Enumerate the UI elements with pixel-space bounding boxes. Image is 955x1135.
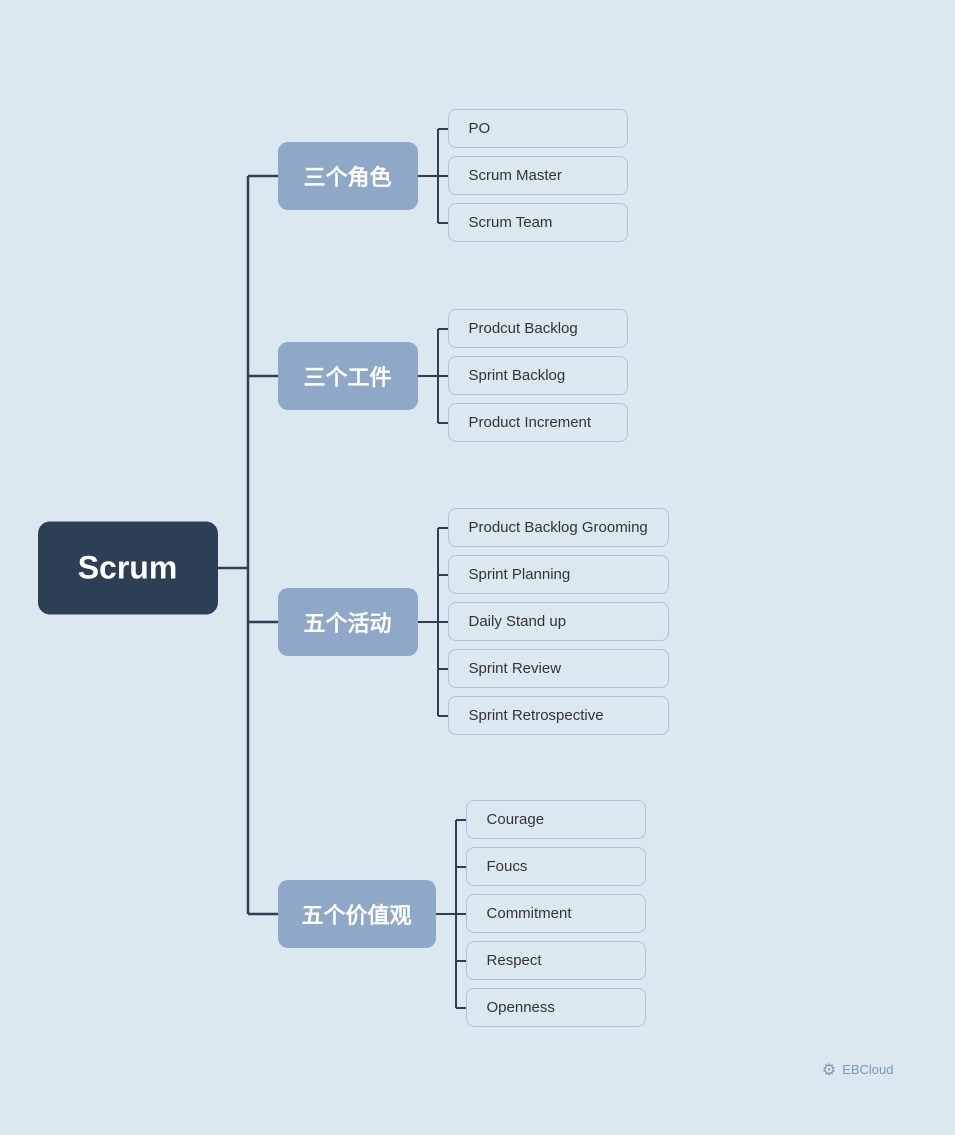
leaves-0: PO Scrum Master Scrum Team bbox=[448, 109, 628, 242]
branches-container: 三个角色 PO Scrum Master Scrum Team 三个工件 Prodcut … bbox=[278, 38, 918, 1098]
leaf-0-0: PO bbox=[448, 109, 628, 148]
root-node: Scrum bbox=[38, 521, 218, 614]
leaf-2-0: Product Backlog Grooming bbox=[448, 508, 669, 547]
branch-1: 三个工件 Prodcut Backlog Sprint Backlog Product… bbox=[278, 291, 628, 461]
leaf-3-3: Respect bbox=[466, 941, 646, 980]
watermark-text: EBCloud bbox=[842, 1062, 893, 1077]
leaves-3: Courage Foucs Commitment Respect Openness bbox=[466, 800, 646, 1027]
leaf-3-4: Openness bbox=[466, 988, 646, 1027]
leaf-3-0: Courage bbox=[466, 800, 646, 839]
watermark: ⚙ EBCloud bbox=[822, 1060, 894, 1080]
mid-node-1: 三个工件 bbox=[278, 342, 418, 410]
leaf-3-2: Commitment bbox=[466, 894, 646, 933]
mid-node-3: 五个价值观 bbox=[278, 880, 436, 948]
leaf-2-1: Sprint Planning bbox=[448, 555, 669, 594]
diagram: Scrum 三个角色 PO Scrum Master Scrum Team 三个工件 Pr… bbox=[38, 38, 918, 1098]
leaf-1-1: Sprint Backlog bbox=[448, 356, 628, 395]
branch-3: 五个价值观 Courage Foucs Commitment Respect Openne… bbox=[278, 783, 646, 1045]
leaf-0-2: Scrum Team bbox=[448, 203, 628, 242]
watermark-icon: ⚙ bbox=[822, 1060, 836, 1080]
leaf-3-1: Foucs bbox=[466, 847, 646, 886]
leaves-1: Prodcut Backlog Sprint Backlog Product Inc… bbox=[448, 309, 628, 442]
mid-node-0: 三个角色 bbox=[278, 142, 418, 210]
leaf-2-4: Sprint Retrospective bbox=[448, 696, 669, 735]
leaf-2-2: Daily Stand up bbox=[448, 602, 669, 641]
leaf-1-0: Prodcut Backlog bbox=[448, 309, 628, 348]
mid-node-2: 五个活动 bbox=[278, 588, 418, 656]
leaf-2-3: Sprint Review bbox=[448, 649, 669, 688]
leaf-0-1: Scrum Master bbox=[448, 156, 628, 195]
leaves-2: Product Backlog Grooming Sprint Planning D… bbox=[448, 508, 669, 735]
leaf-1-2: Product Increment bbox=[448, 403, 628, 442]
branch-2: 五个活动 Product Backlog Grooming Sprint Plann… bbox=[278, 491, 669, 753]
branch-0: 三个角色 PO Scrum Master Scrum Team bbox=[278, 91, 628, 261]
